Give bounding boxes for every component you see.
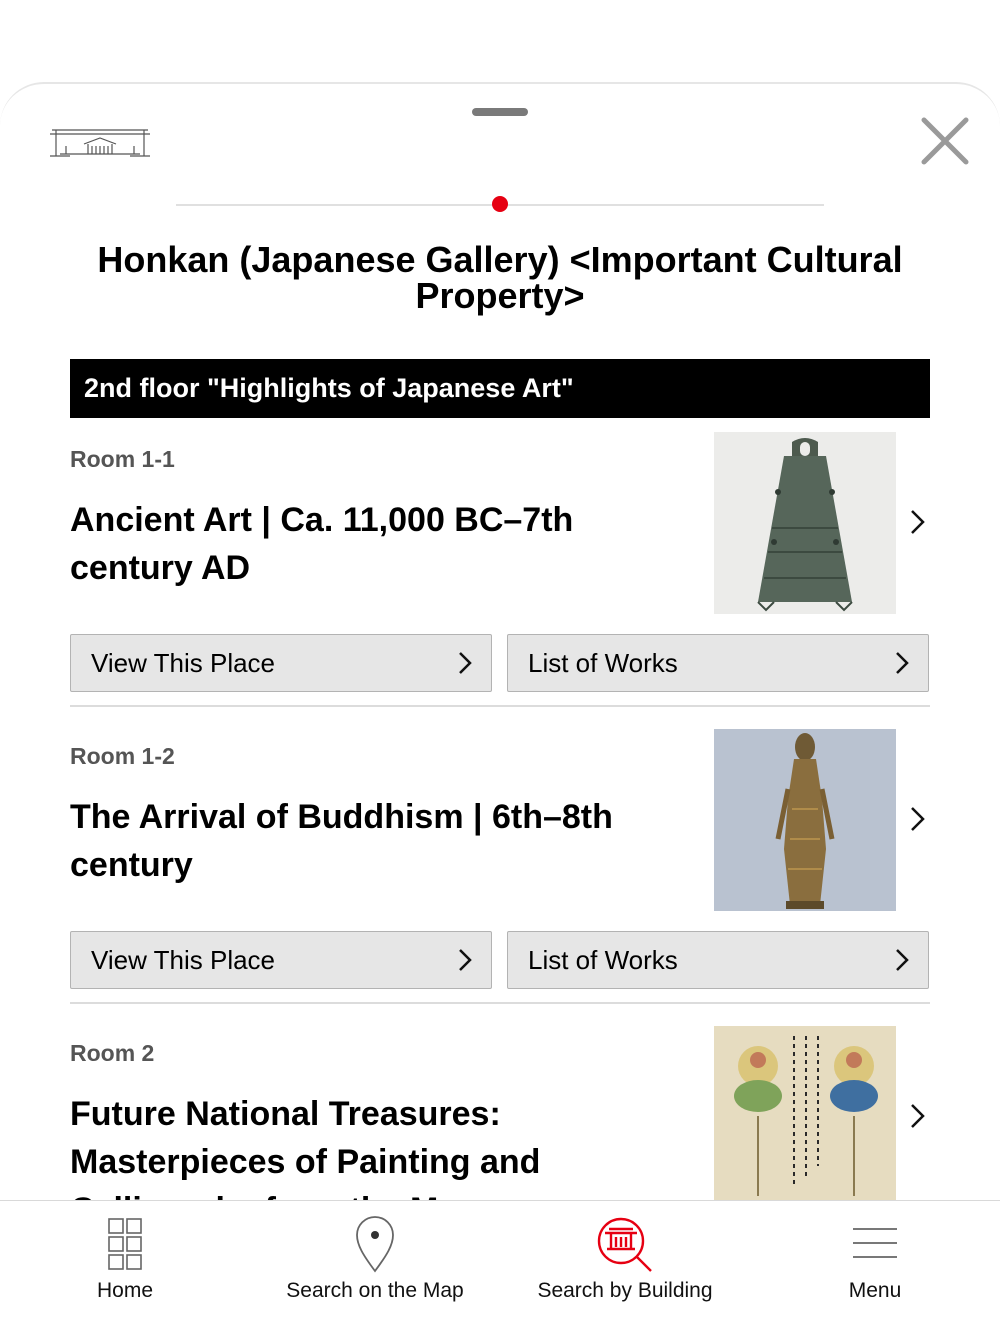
button-label: View This Place bbox=[91, 648, 276, 678]
list-of-works-button[interactable]: List of Works bbox=[507, 634, 929, 692]
chevron-right-icon bbox=[896, 652, 909, 674]
nav-label: Search by Building bbox=[537, 1279, 713, 1302]
page-title: Honkan (Japanese Gallery) <Important Cul… bbox=[97, 239, 903, 316]
divider bbox=[70, 705, 930, 707]
building-outline-icon bbox=[50, 129, 150, 157]
nav-menu[interactable]: Menu bbox=[750, 1201, 1000, 1334]
nav-label: Home bbox=[96, 1279, 154, 1302]
grid-icon bbox=[108, 1218, 142, 1270]
chevron-right-icon[interactable] bbox=[908, 1102, 928, 1130]
painting-scroll-image[interactable] bbox=[714, 1026, 896, 1208]
drag-handle[interactable] bbox=[472, 108, 528, 116]
view-this-place-button[interactable]: View This Place bbox=[70, 931, 492, 989]
button-label: List of Works bbox=[528, 648, 678, 678]
chevron-right-icon bbox=[459, 652, 472, 674]
chevron-right-icon bbox=[459, 949, 472, 971]
list-of-works-button[interactable]: List of Works bbox=[507, 931, 929, 989]
progress-track bbox=[176, 196, 824, 212]
chevron-right-icon[interactable] bbox=[908, 508, 928, 536]
progress-indicator bbox=[492, 196, 508, 212]
room-number: Room 1-2 bbox=[70, 743, 175, 769]
chevron-right-icon[interactable] bbox=[908, 805, 928, 833]
hamburger-menu-icon bbox=[853, 1228, 897, 1258]
room-title[interactable]: Ancient Art | Ca. 11,000 BC–7th century … bbox=[70, 496, 670, 592]
nav-label: Search on the Map bbox=[286, 1279, 464, 1302]
map-pin-icon bbox=[356, 1216, 394, 1273]
floor-heading: 2nd floor "Highlights of Japanese Art" bbox=[70, 359, 930, 418]
nav-search-building[interactable]: Search by Building bbox=[500, 1201, 750, 1334]
bottom-navigation: Home Search on the Map Search by Buildin… bbox=[0, 1200, 1000, 1334]
room-number: Room 2 bbox=[70, 1040, 155, 1066]
nav-home[interactable]: Home bbox=[0, 1201, 250, 1334]
view-this-place-button[interactable]: View This Place bbox=[70, 634, 492, 692]
divider bbox=[70, 1002, 930, 1004]
chevron-right-icon bbox=[896, 949, 909, 971]
room-number: Room 1-1 bbox=[70, 446, 175, 472]
nav-label: Menu bbox=[848, 1279, 902, 1302]
close-icon[interactable] bbox=[918, 114, 972, 168]
button-label: View This Place bbox=[91, 945, 276, 975]
bronze-bell-image[interactable] bbox=[714, 432, 896, 614]
building-search-icon bbox=[597, 1217, 652, 1272]
room-title[interactable]: The Arrival of Buddhism | 6th–8th centur… bbox=[70, 793, 670, 889]
buddha-statue-image[interactable] bbox=[714, 729, 896, 911]
button-label: List of Works bbox=[528, 945, 678, 975]
bottom-sheet: Honkan (Japanese Gallery) <Important Cul… bbox=[0, 82, 1000, 1334]
nav-search-map[interactable]: Search on the Map bbox=[250, 1201, 500, 1334]
